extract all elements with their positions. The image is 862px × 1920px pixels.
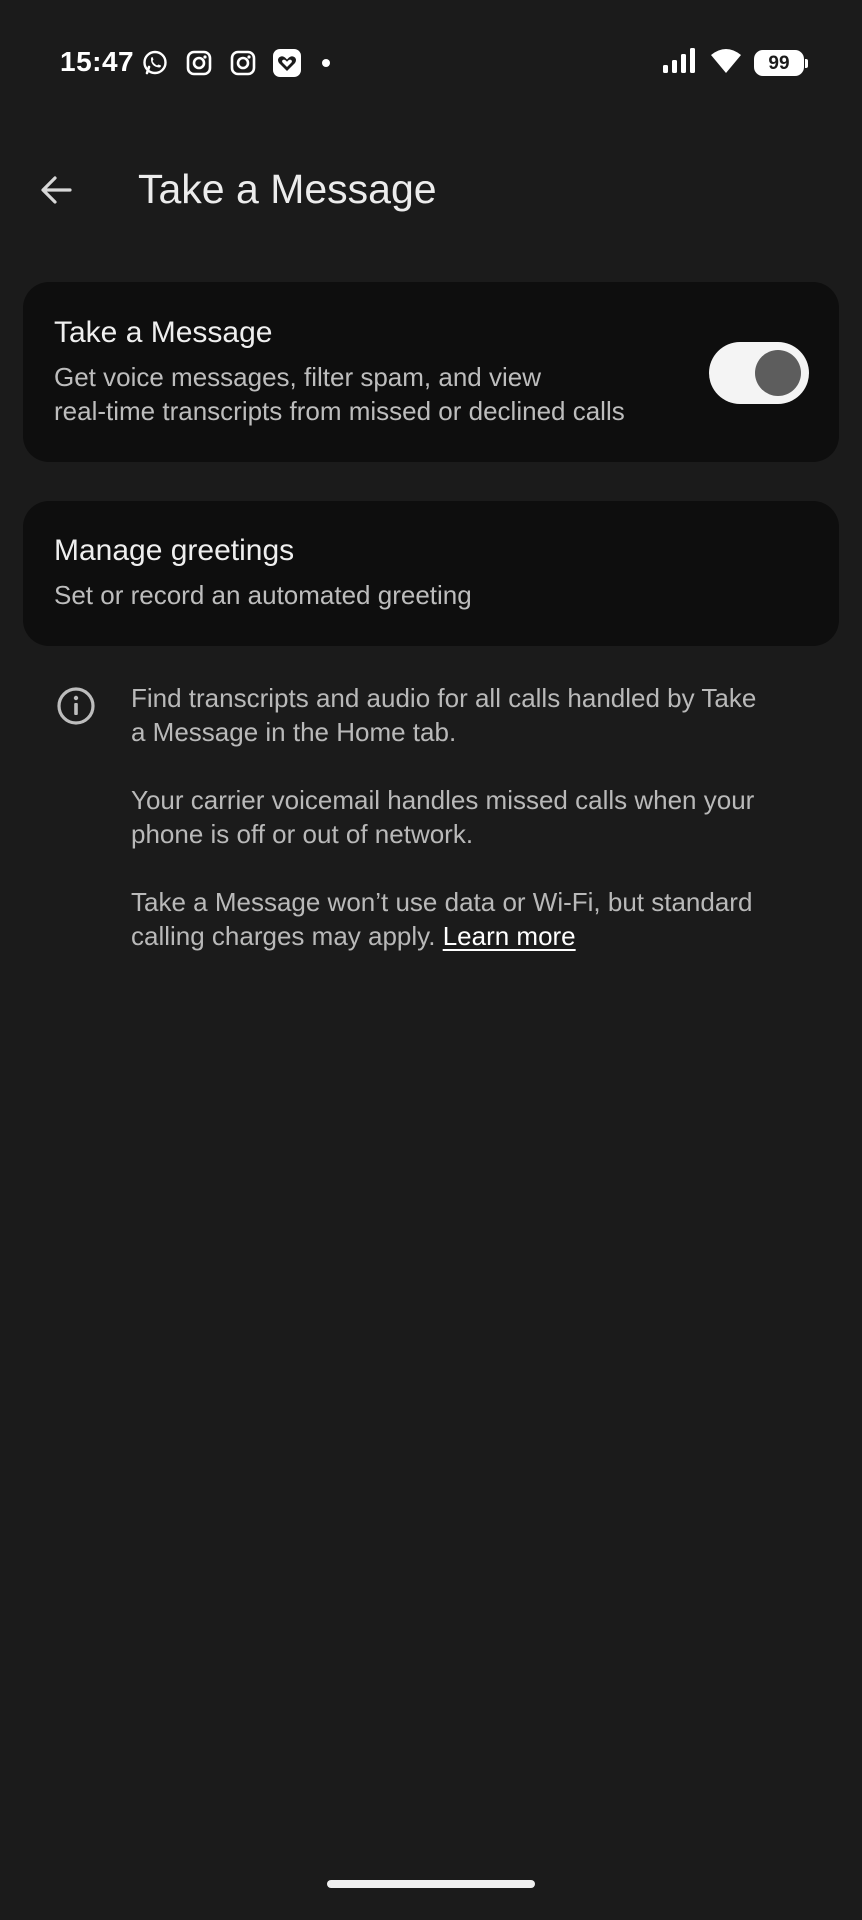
learn-more-link[interactable]: Learn more xyxy=(443,921,576,951)
notification-icons xyxy=(140,48,330,78)
battery-level: 99 xyxy=(768,52,790,74)
info-paragraph-charges-text: calling charges may apply. xyxy=(131,921,436,951)
info-paragraph-carrier-line2: phone is off or out of network. xyxy=(131,819,474,849)
take-message-subtitle: Get voice messages, filter spam, and vie… xyxy=(54,360,694,428)
heart-app-icon xyxy=(272,48,302,78)
whatsapp-icon xyxy=(140,48,170,78)
info-paragraph-carrier-line1: Your carrier voicemail handles missed ca… xyxy=(131,785,755,815)
notification-dot xyxy=(322,59,330,67)
instagram-icon xyxy=(184,48,214,78)
take-message-toggle[interactable] xyxy=(709,342,809,404)
status-time: 15:47 xyxy=(60,46,135,77)
take-message-subtitle-line1: Get voice messages, filter spam, and vie… xyxy=(54,362,541,392)
info-paragraph-transcripts-line1: Find transcripts and audio for all calls… xyxy=(131,683,757,713)
info-icon xyxy=(57,687,95,725)
info-paragraph-charges-line1: Take a Message won’t use data or Wi-Fi, … xyxy=(131,887,753,917)
signal-icon xyxy=(662,48,698,78)
gesture-nav-handle[interactable] xyxy=(327,1880,535,1888)
app-bar: Take a Message xyxy=(0,150,862,230)
info-paragraph-carrier: Your carrier voicemail handles missed ca… xyxy=(131,783,811,851)
manage-greetings-subtitle: Set or record an automated greeting xyxy=(54,580,472,610)
toggle-thumb xyxy=(755,350,801,396)
info-paragraph-charges-line2: calling charges may apply. Learn more xyxy=(131,919,811,953)
system-icons: 99 xyxy=(662,48,808,78)
back-button[interactable] xyxy=(30,164,82,216)
status-bar: 15:47 99 xyxy=(0,0,862,120)
take-message-card[interactable]: Take a Message Get voice messages, filte… xyxy=(23,282,839,462)
arrow-back-icon xyxy=(41,176,72,204)
battery-icon: 99 xyxy=(754,50,808,76)
instagram-icon xyxy=(228,48,258,78)
manage-greetings-title: Manage greetings xyxy=(54,534,295,567)
info-paragraph-transcripts-line2: a Message in the Home tab. xyxy=(131,717,457,747)
take-message-title: Take a Message xyxy=(54,316,273,349)
wifi-icon xyxy=(710,48,742,78)
manage-greetings-card[interactable]: Manage greetings Set or record an automa… xyxy=(23,501,839,646)
info-paragraph-charges: Take a Message won’t use data or Wi-Fi, … xyxy=(131,885,811,953)
take-message-subtitle-line2: real-time transcripts from missed or dec… xyxy=(54,396,625,426)
page-title: Take a Message xyxy=(138,166,437,212)
info-paragraph-transcripts: Find transcripts and audio for all calls… xyxy=(131,681,811,749)
